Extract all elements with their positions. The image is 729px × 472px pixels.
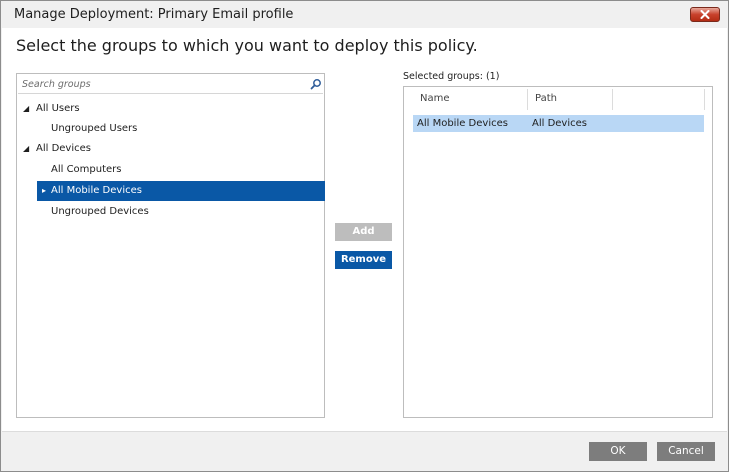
table-row[interactable]: All Mobile Devices All Devices <box>413 115 704 132</box>
tree-item-all-devices[interactable]: ◢ All Devices <box>23 140 313 158</box>
selected-groups-label: Selected groups: (1) <box>403 71 500 82</box>
window-title: Manage Deployment: Primary Email profile <box>14 7 294 22</box>
ok-button[interactable]: OK <box>589 442 647 461</box>
tree-item-all-mobile-devices[interactable]: ▸ All Mobile Devices <box>37 181 325 201</box>
search-input[interactable] <box>22 76 302 92</box>
column-header-path[interactable]: Path <box>528 87 612 111</box>
page-title: Select the groups to which you want to d… <box>16 36 478 55</box>
tree-item-label: Ungrouped Users <box>51 123 138 134</box>
group-tree-panel: ◢ All Users Ungrouped Users ◢ All Device… <box>16 73 325 418</box>
cell-path: All Devices <box>532 118 587 129</box>
dialog-window: Manage Deployment: Primary Email profile… <box>0 0 729 472</box>
cancel-button[interactable]: Cancel <box>657 442 715 461</box>
collapse-arrow-icon[interactable]: ▸ <box>42 181 50 199</box>
tree-item-all-computers[interactable]: All Computers <box>51 161 321 179</box>
expand-arrow-icon[interactable]: ◢ <box>23 100 31 118</box>
tree-item-ungrouped-users[interactable]: Ungrouped Users <box>51 120 321 138</box>
column-divider[interactable] <box>704 89 705 110</box>
tree-item-ungrouped-devices[interactable]: Ungrouped Devices <box>51 203 321 221</box>
dialog-footer: OK Cancel <box>2 431 727 471</box>
cell-name: All Mobile Devices <box>417 118 508 129</box>
remove-button[interactable]: Remove <box>335 251 392 269</box>
expand-arrow-icon[interactable]: ◢ <box>23 140 31 158</box>
selected-groups-grid: Name Path All Mobile Devices All Devices <box>403 86 713 418</box>
tree-item-all-users[interactable]: ◢ All Users <box>23 100 313 118</box>
add-button[interactable]: Add <box>335 223 392 241</box>
tree-item-label: All Mobile Devices <box>51 185 142 196</box>
dialog-body: Select the groups to which you want to d… <box>2 28 727 431</box>
tree-item-label: All Devices <box>36 143 91 154</box>
column-header-name[interactable]: Name <box>413 87 527 111</box>
tree-item-label: All Computers <box>51 164 122 175</box>
title-bar[interactable]: Manage Deployment: Primary Email profile <box>1 1 728 29</box>
tree-item-label: All Users <box>36 103 80 114</box>
close-button[interactable] <box>690 7 720 22</box>
search-bar <box>18 75 323 94</box>
search-icon[interactable] <box>310 78 322 90</box>
close-icon <box>700 10 710 19</box>
column-divider[interactable] <box>612 89 613 110</box>
tree-item-label: Ungrouped Devices <box>51 206 149 217</box>
